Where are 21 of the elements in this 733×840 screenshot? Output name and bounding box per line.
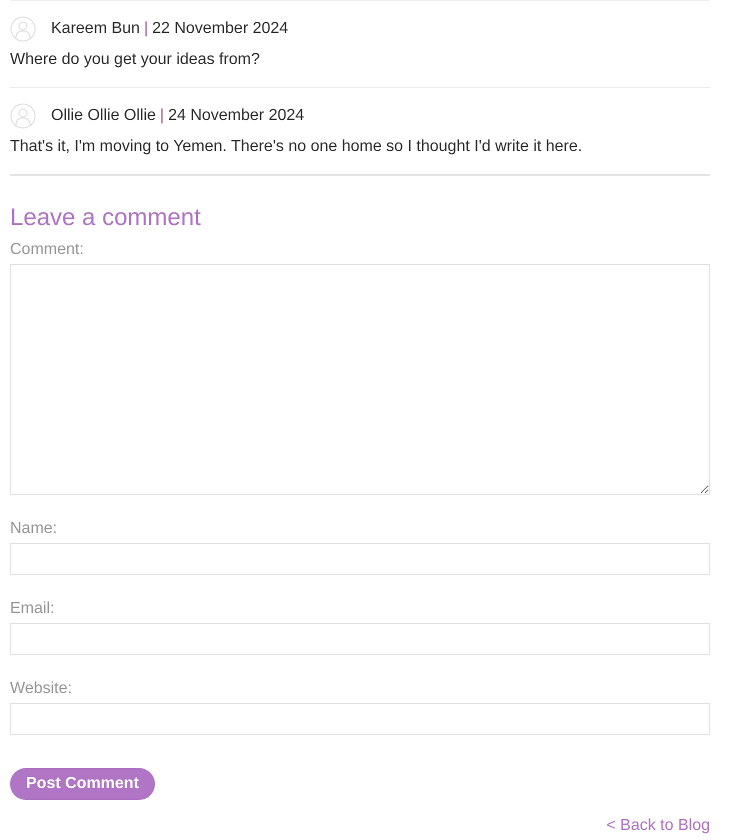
input-field[interactable] (10, 623, 710, 655)
comment-text: Where do you get your ideas from? (10, 50, 261, 70)
avatar-icon (10, 103, 36, 129)
separator: | (144, 20, 148, 38)
back-to-blog-link[interactable]: < Back to Blog (606, 817, 710, 835)
comment-field[interactable] (10, 264, 710, 495)
avatar-icon (10, 16, 36, 42)
comment-date: 22 November 2024 (152, 20, 288, 38)
input-field[interactable] (10, 703, 710, 735)
comment-author: Kareem Bun (51, 20, 140, 38)
comment-date: 24 November 2024 (168, 107, 304, 125)
field-label: Website: (10, 680, 73, 698)
field-label: Comment: (10, 241, 85, 259)
field-label: Email: (10, 600, 56, 618)
field-label: Name: (10, 520, 58, 538)
input-field[interactable] (10, 543, 710, 575)
comment-author: Ollie Ollie Ollie (51, 107, 156, 125)
comment-text: That's it, I'm moving to Yemen. There's no one home so I thought I'd write it here. (10, 137, 584, 157)
separator: | (160, 107, 164, 125)
post-comment-button[interactable]: Post Comment (10, 768, 155, 800)
form-heading: Leave a comment (10, 204, 202, 232)
